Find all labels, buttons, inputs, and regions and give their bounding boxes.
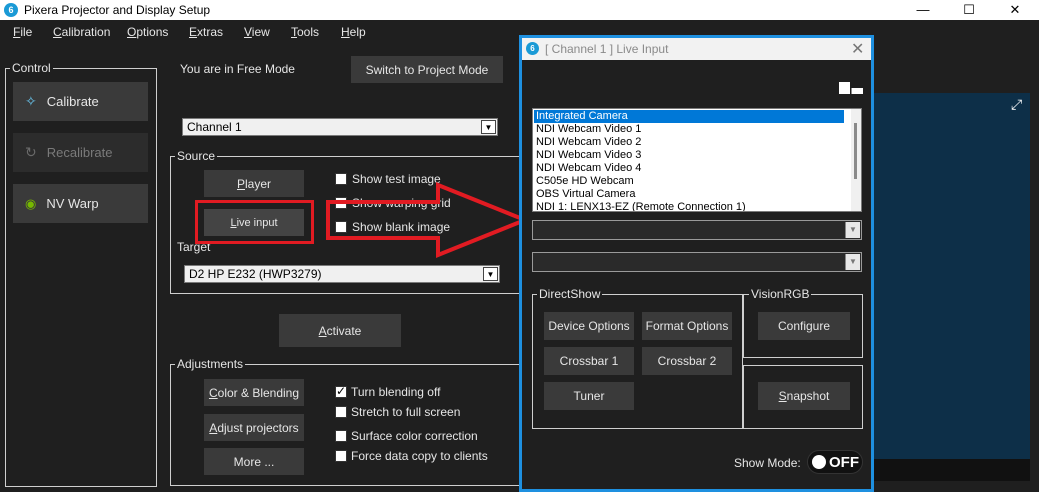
color-blending-button[interactable]: Color & Blending (204, 379, 304, 406)
maximize-button[interactable]: ☐ (946, 0, 992, 20)
fullscreen-icon[interactable]: ⤢ (1011, 96, 1022, 113)
control-group-label: Control (10, 61, 53, 75)
activate-label: Activate (318, 323, 362, 338)
source-item[interactable]: C505e HD Webcam (534, 175, 844, 188)
source-item[interactable]: NDI Webcam Video 4 (534, 162, 844, 175)
nv-warp-label: NV Warp (46, 196, 99, 211)
snapshot-label: Snapshot (778, 389, 830, 403)
device-options-button[interactable]: Device Options (544, 312, 634, 340)
source-item[interactable]: NDI 1: LENX13-EZ (Remote Connection 1) (534, 201, 844, 211)
source-item[interactable]: Integrated Camera (534, 110, 844, 123)
source-group-label: Source (175, 149, 218, 163)
force-data-copy-label: Force data copy to clients (351, 449, 488, 463)
sparkle-icon: ✧ (25, 93, 37, 109)
channel-select-value: Channel 1 (187, 120, 242, 134)
scrollbar-thumb[interactable] (854, 123, 857, 179)
activate-button[interactable]: Activate (279, 314, 401, 347)
menu-tools[interactable]: Tools (291, 25, 319, 39)
menu-options[interactable]: Options (127, 25, 168, 39)
player-label: Player (236, 176, 272, 191)
chevron-down-icon: ▼ (481, 120, 496, 134)
control-group (5, 68, 157, 487)
source-item[interactable]: NDI Webcam Video 3 (534, 149, 844, 162)
snapshot-button[interactable]: Snapshot (758, 382, 850, 410)
directshow-group-label: DirectShow (537, 287, 603, 301)
annotation-highlight-box (195, 200, 314, 244)
crossbar-2-button[interactable]: Crossbar 2 (642, 347, 732, 375)
preview-status-strip (874, 459, 1030, 481)
annotation-arrow (326, 182, 531, 258)
dialog-title: [ Channel 1 ] Live Input (545, 42, 669, 56)
configure-button[interactable]: Configure (758, 312, 850, 340)
channel-select[interactable]: Channel 1 ▼ (182, 118, 498, 136)
calibrate-button[interactable]: ✧ Calibrate (13, 82, 148, 121)
format-select[interactable]: ▼ (532, 220, 862, 240)
show-mode-toggle[interactable]: OFF (807, 450, 863, 474)
target-select[interactable]: D2 HP E232 (HWP3279) ▼ (184, 265, 500, 283)
adjust-projectors-button[interactable]: Adjust projectors (204, 414, 304, 441)
recalibrate-button[interactable]: ↻ Recalibrate (13, 133, 148, 172)
source-list-scrollbar[interactable] (851, 109, 861, 211)
adjustments-group-label: Adjustments (175, 357, 246, 371)
nv-warp-button[interactable]: ◉ NV Warp (13, 184, 148, 223)
mode-status: You are in Free Mode (180, 62, 295, 76)
format-options-button[interactable]: Format Options (642, 312, 732, 340)
app-logo-icon: 6 (526, 42, 539, 55)
surface-color-correction-label: Surface color correction (351, 429, 478, 443)
app-logo-icon: 6 (4, 3, 18, 17)
layout-toggle-icon[interactable] (838, 77, 864, 95)
minimize-button[interactable]: — (900, 0, 946, 20)
more-button[interactable]: More ... (204, 448, 304, 475)
tuner-button[interactable]: Tuner (544, 382, 634, 410)
menu-file[interactable]: File (13, 25, 32, 39)
adjust-projectors-label: Adjust projectors (209, 420, 299, 435)
resolution-select[interactable]: ▼ (532, 252, 862, 272)
visionrgb-group-label: VisionRGB (749, 287, 812, 301)
show-mode-label: Show Mode: (734, 456, 801, 470)
player-button[interactable]: Player (204, 170, 304, 197)
switch-project-mode-button[interactable]: Switch to Project Mode (351, 56, 503, 83)
preview-panel (874, 93, 1030, 459)
color-blending-label: Color & Blending (208, 385, 300, 400)
source-item[interactable]: OBS Virtual Camera (534, 188, 844, 201)
refresh-icon: ↻ (25, 144, 37, 160)
stretch-full-screen-checkbox[interactable] (335, 406, 347, 418)
close-button[interactable]: ✕ (992, 0, 1038, 20)
menu-calibration[interactable]: Calibration (53, 25, 110, 39)
window-title: Pixera Projector and Display Setup (24, 3, 211, 17)
recalibrate-label: Recalibrate (46, 145, 113, 160)
force-data-copy-checkbox[interactable] (335, 450, 347, 462)
show-mode-value: OFF (829, 454, 859, 471)
chevron-down-icon: ▼ (845, 222, 860, 238)
turn-blending-off-label: Turn blending off (351, 385, 441, 399)
stretch-full-screen-label: Stretch to full screen (351, 405, 461, 419)
turn-blending-off-checkbox[interactable] (335, 384, 347, 398)
crossbar-1-button[interactable]: Crossbar 1 (544, 347, 634, 375)
toggle-knob (812, 455, 826, 469)
source-list[interactable]: Integrated Camera NDI Webcam Video 1 NDI… (532, 108, 862, 212)
calibrate-label: Calibrate (46, 94, 99, 109)
menu-help[interactable]: Help (341, 25, 366, 39)
source-item[interactable]: NDI Webcam Video 1 (534, 123, 844, 136)
target-select-value: D2 HP E232 (HWP3279) (189, 267, 322, 281)
surface-color-correction-checkbox[interactable] (335, 430, 347, 442)
dialog-title-bar: 6 [ Channel 1 ] Live Input ✕ (522, 38, 871, 60)
menu-extras[interactable]: Extras (189, 25, 223, 39)
more-label: More ... (233, 454, 275, 469)
nvidia-icon: ◉ (25, 195, 37, 211)
chevron-down-icon: ▼ (845, 254, 860, 270)
live-input-dialog: 6 [ Channel 1 ] Live Input ✕ Integrated … (519, 35, 874, 492)
dialog-close-button[interactable]: ✕ (851, 39, 864, 59)
title-bar: 6 Pixera Projector and Display Setup — ☐… (0, 0, 1039, 20)
chevron-down-icon: ▼ (483, 267, 498, 281)
menu-view[interactable]: View (244, 25, 270, 39)
source-item[interactable]: NDI Webcam Video 2 (534, 136, 844, 149)
